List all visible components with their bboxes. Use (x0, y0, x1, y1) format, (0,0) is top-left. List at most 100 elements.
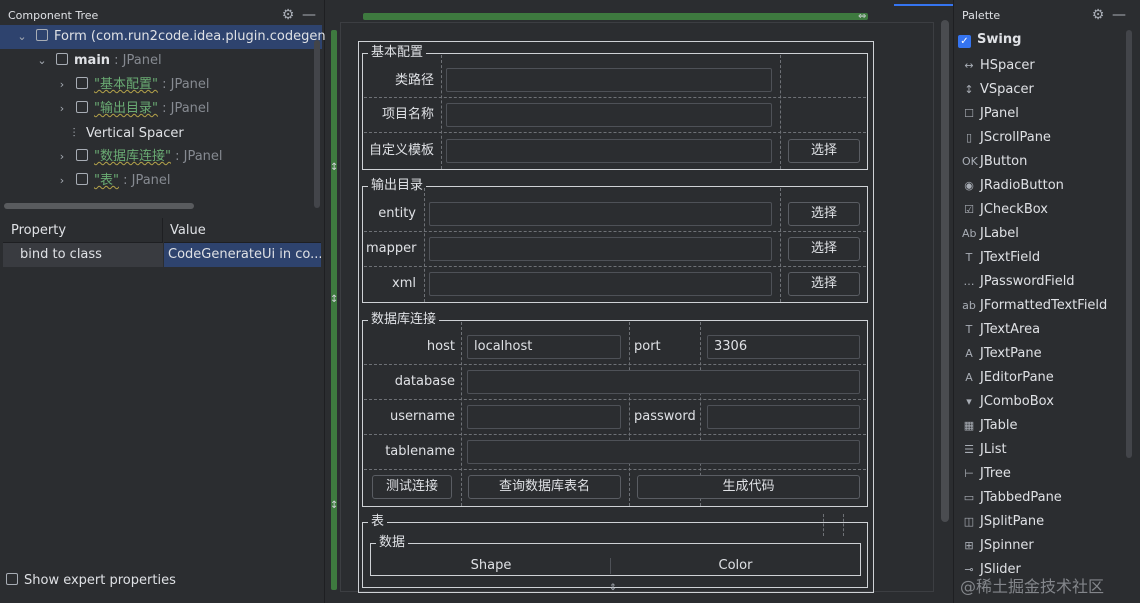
palette-item-jradiobutton[interactable]: ◉ JRadioButton (962, 174, 1064, 198)
port-field[interactable]: 3306 (707, 335, 860, 359)
show-expert-checkbox[interactable]: Show expert properties (6, 572, 176, 590)
tree-item-basic-config[interactable]: › "基本配置" : JPanel (0, 73, 210, 97)
entity-path-field[interactable] (429, 202, 772, 226)
select-entity-button[interactable]: 选择 (788, 202, 860, 226)
palette-item-jeditorpane[interactable]: A JEditorPane (962, 366, 1054, 390)
palette-item-jtable[interactable]: ▦ JTable (962, 414, 1018, 438)
port-label: port (634, 339, 661, 354)
tree-item-type: : JPanel (118, 173, 171, 188)
table-header-color[interactable]: Color (612, 558, 859, 574)
tree-item-form[interactable]: ⌄ Form (com.run2code.idea.plugin.codegene (0, 25, 334, 49)
property-value-cell[interactable]: CodeGenerateUi in co... (164, 243, 321, 267)
palette-item-jlabel[interactable]: Ab JLabel (962, 222, 1019, 246)
resize-handle-icon[interactable]: ⇔ (858, 11, 866, 22)
palette-item-jformattedtextfield[interactable]: ab JFormattedTextField (962, 294, 1107, 318)
hspacer-icon: ↔ (964, 59, 974, 72)
palette-item-jscrollpane[interactable]: ▯ JScrollPane (962, 126, 1051, 150)
generate-code-button[interactable]: 生成代码 (637, 475, 860, 499)
vertical-scrollbar[interactable] (941, 20, 949, 522)
database-field[interactable] (467, 370, 860, 394)
select-mapper-button[interactable]: 选择 (788, 237, 860, 261)
tree-item-table[interactable]: › "表" : JPanel (0, 169, 171, 193)
resize-grip-icon[interactable]: ⇕ (609, 583, 617, 593)
checked-icon[interactable]: ✓ (958, 35, 971, 48)
palette-item-jpasswordfield[interactable]: … JPasswordField (962, 270, 1075, 294)
select-template-button[interactable]: 选择 (788, 139, 860, 163)
panel-icon (76, 77, 88, 89)
vertical-scrollbar[interactable] (1126, 30, 1132, 458)
grid-line (424, 188, 425, 302)
tablename-field[interactable] (467, 440, 860, 464)
chevron-right-icon[interactable]: › (56, 145, 68, 169)
property-column-header[interactable]: Property (3, 218, 163, 243)
palette-item-vspacer[interactable]: ↕ VSpacer (962, 78, 1033, 102)
host-field[interactable]: localhost (467, 335, 621, 359)
palette-item-jtabbedpane[interactable]: ▭ JTabbedPane (962, 486, 1062, 510)
tree-item-type: : JPanel (110, 53, 162, 68)
mapper-path-field[interactable] (429, 237, 772, 261)
panel-icon (76, 173, 88, 185)
custom-template-field[interactable] (446, 139, 772, 163)
table-header-shape[interactable]: Shape (372, 558, 611, 574)
palette-item-jbutton[interactable]: OK JButton (962, 150, 1027, 174)
chevron-down-icon[interactable]: ⌄ (16, 25, 28, 49)
panel-icon (76, 101, 88, 113)
palette-item-label: JPanel (980, 106, 1019, 121)
checkbox-icon[interactable] (6, 573, 18, 585)
row-resize-icon[interactable]: ↕ (330, 294, 338, 305)
grid-line (441, 55, 442, 169)
gear-icon[interactable]: ⚙ (281, 8, 295, 22)
project-name-field[interactable] (446, 103, 772, 127)
minimize-icon[interactable]: — (302, 8, 316, 22)
property-name-cell[interactable]: bind to class (3, 243, 163, 267)
tree-item-main[interactable]: ⌄ main : JPanel (0, 49, 162, 73)
query-tables-button[interactable]: 查询数据库表名 (468, 475, 621, 499)
horizontal-scrollbar[interactable] (4, 203, 194, 209)
password-field[interactable] (707, 405, 860, 429)
xml-path-field[interactable] (429, 272, 772, 296)
chevron-down-icon[interactable]: ⌄ (36, 49, 48, 73)
palette-item-jlist[interactable]: ☰ JList (962, 438, 1007, 462)
swing-group[interactable]: ✓ Swing (958, 31, 1021, 49)
select-xml-button[interactable]: 选择 (788, 272, 860, 296)
tree-item-vertical-spacer[interactable]: ⫶ Vertical Spacer (0, 121, 183, 145)
minimize-icon[interactable]: — (1112, 8, 1126, 22)
palette-item-jtextfield[interactable]: T JTextField (962, 246, 1041, 270)
tree-item-output-dir[interactable]: › "输出目录" : JPanel (0, 97, 210, 121)
class-path-field[interactable] (446, 68, 772, 92)
database-label: database (394, 374, 455, 389)
grid-line (843, 514, 844, 536)
chevron-right-icon[interactable]: › (56, 169, 68, 193)
palette-item-jspinner[interactable]: ⊞ JSpinner (962, 534, 1034, 558)
username-field[interactable] (467, 405, 621, 429)
palette-item-label: JTextArea (980, 322, 1041, 337)
palette-item-jpanel[interactable]: ☐ JPanel (962, 102, 1019, 126)
panel-icon (76, 149, 88, 161)
tree-icon: ⊢ (964, 467, 974, 480)
palette-item-jtextpane[interactable]: A JTextPane (962, 342, 1041, 366)
chevron-right-icon[interactable]: › (56, 97, 68, 121)
grid-line (823, 514, 824, 536)
row-resize-icon[interactable]: ↕ (330, 162, 338, 173)
palette-item-label: JTable (980, 418, 1018, 433)
palette-item-hspacer[interactable]: ↔ HSpacer (962, 54, 1034, 78)
gear-icon[interactable]: ⚙ (1091, 8, 1105, 22)
palette-item-label: JButton (980, 154, 1028, 169)
palette-item-jsplitpane[interactable]: ◫ JSplitPane (962, 510, 1044, 534)
palette-item-jtree[interactable]: ⊢ JTree (962, 462, 1011, 486)
row-resize-icon[interactable]: ↕ (330, 500, 338, 511)
tree-item-db-connection[interactable]: › "数据库连接" : JPanel (0, 145, 223, 169)
test-connection-button[interactable]: 测试连接 (372, 475, 452, 499)
palette-item-label: JSpinner (980, 538, 1034, 553)
button-icon: OK (962, 155, 978, 168)
chevron-right-icon[interactable]: › (56, 73, 68, 97)
palette-item-jcombobox[interactable]: ▾ JComboBox (962, 390, 1054, 414)
tree-item-label: "数据库连接" (94, 149, 171, 164)
value-column-header[interactable]: Value (164, 218, 321, 243)
palette-item-jcheckbox[interactable]: ☑ JCheckBox (962, 198, 1048, 222)
form-icon (36, 29, 48, 41)
palette-item-jtextarea[interactable]: T JTextArea (962, 318, 1040, 342)
grid-line (364, 231, 866, 232)
palette-title: Palette (962, 9, 1001, 22)
vertical-scrollbar[interactable] (314, 40, 320, 208)
